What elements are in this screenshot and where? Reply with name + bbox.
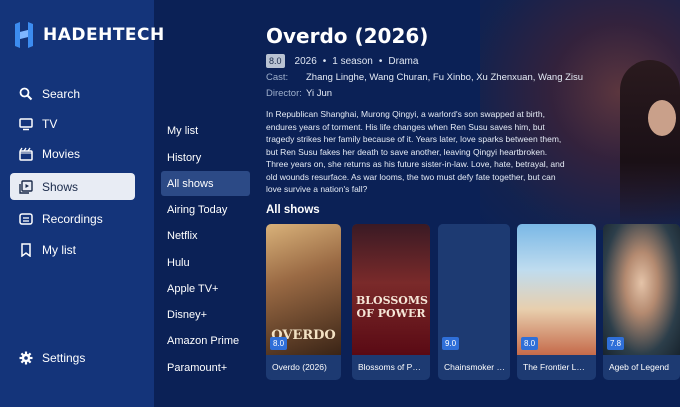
category-my-list[interactable]: My list — [161, 118, 250, 143]
section-title: All shows — [266, 204, 320, 216]
show-title: Overdo (2026) — [266, 24, 429, 48]
show-card-chainsmoker[interactable]: 9.0 Chainsmoker Cat… — [438, 224, 510, 380]
show-year: 2026 — [294, 55, 317, 67]
nav-item-label: My list — [42, 242, 76, 257]
cast-row: Cast: Zhang Linghe, Wang Churan, Fu Xinb… — [266, 72, 583, 83]
nav-item-label: Shows — [42, 179, 79, 194]
meta-separator: • — [322, 55, 327, 67]
card-title: Chainsmoker Cat… — [444, 362, 510, 372]
hero-character-face — [648, 100, 676, 136]
category-airing-today[interactable]: Airing Today — [161, 197, 250, 222]
gear-icon — [19, 351, 33, 365]
card-rating-badge: 9.0 — [442, 337, 460, 350]
poster-image — [438, 224, 510, 355]
category-apple-tv[interactable]: Apple TV+ — [161, 276, 250, 301]
category-disney[interactable]: Disney+ — [161, 302, 250, 327]
logo-mark-icon — [15, 22, 33, 48]
show-meta: 8.0 2026 • 1 season • Drama — [266, 54, 418, 68]
category-amazon-prime[interactable]: Amazon Prime — [161, 328, 250, 353]
nav-item-shows[interactable]: Shows — [10, 173, 135, 200]
search-icon — [19, 87, 33, 101]
category-paramount[interactable]: Paramount+ — [161, 355, 250, 380]
show-seasons: 1 season — [332, 55, 373, 67]
poster-image — [517, 224, 596, 355]
card-rating-badge: 7.8 — [607, 337, 625, 350]
show-card-ageb-of-legend[interactable]: 7.8 Ageb of Legend — [603, 224, 680, 380]
app-name: HADEHTECH — [43, 25, 165, 45]
nav-item-my-list[interactable]: My list — [10, 236, 135, 263]
nav-item-movies[interactable]: Movies — [10, 140, 135, 167]
meta-separator: • — [378, 55, 383, 67]
tv-icon — [19, 117, 33, 131]
show-genre: Drama — [388, 55, 419, 67]
card-title: Overdo (2026) — [272, 362, 327, 372]
category-all-shows[interactable]: All shows — [161, 171, 250, 196]
hero-character-image — [620, 60, 680, 230]
nav-item-label: TV — [42, 116, 58, 131]
nav-item-label: Recordings — [42, 211, 103, 226]
card-title: Blossoms of Pow… — [358, 362, 424, 372]
nav-item-label: Movies — [42, 146, 81, 161]
rating-badge: 8.0 — [266, 54, 285, 68]
poster-image — [603, 224, 680, 355]
cast-label: Cast: — [266, 72, 289, 83]
nav-item-label: Search — [42, 86, 81, 101]
clapper-icon — [19, 147, 33, 161]
category-history[interactable]: History — [161, 145, 250, 170]
sidebar: HADEHTECH Search TV Movies Shows Recordi… — [0, 0, 164, 407]
app-logo[interactable]: HADEHTECH — [13, 22, 165, 48]
nav-item-recordings[interactable]: Recordings — [10, 205, 135, 232]
play-stack-icon — [19, 179, 33, 194]
cast-value: Zhang Linghe, Wang Churan, Fu Xinbo, Xu … — [306, 72, 584, 83]
card-title: The Frontier Lord… — [523, 362, 589, 372]
card-rating-badge: 8.0 — [521, 337, 539, 350]
show-synopsis: In Republican Shanghai, Murong Qingyi, a… — [266, 109, 565, 194]
show-card-frontier-lord[interactable]: 8.0 The Frontier Lord… — [517, 224, 596, 380]
category-hulu[interactable]: Hulu — [161, 250, 250, 275]
director-row: Director: Yi Jun — [266, 88, 332, 99]
poster-image: OVERDO — [266, 224, 341, 355]
category-netflix[interactable]: Netflix — [161, 223, 250, 248]
card-rating-badge: 8.0 — [270, 337, 288, 350]
director-value: Yi Jun — [306, 88, 333, 99]
nav-item-label: Settings — [42, 350, 86, 365]
bookmark-icon — [19, 242, 33, 257]
director-label: Director: — [266, 88, 302, 99]
nav-item-search[interactable]: Search — [10, 80, 135, 107]
poster-image: BLOSSOMS OF POWER — [352, 224, 430, 355]
recording-icon — [19, 212, 33, 226]
show-card-overdo[interactable]: OVERDO 8.0 Overdo (2026) — [266, 224, 341, 380]
poster-title-art: BLOSSOMS OF POWER — [356, 294, 428, 320]
nav-item-settings[interactable]: Settings — [10, 344, 135, 371]
card-title: Ageb of Legend — [609, 362, 670, 372]
nav-item-tv[interactable]: TV — [10, 110, 135, 137]
show-card-blossoms[interactable]: BLOSSOMS OF POWER Blossoms of Pow… — [352, 224, 430, 380]
